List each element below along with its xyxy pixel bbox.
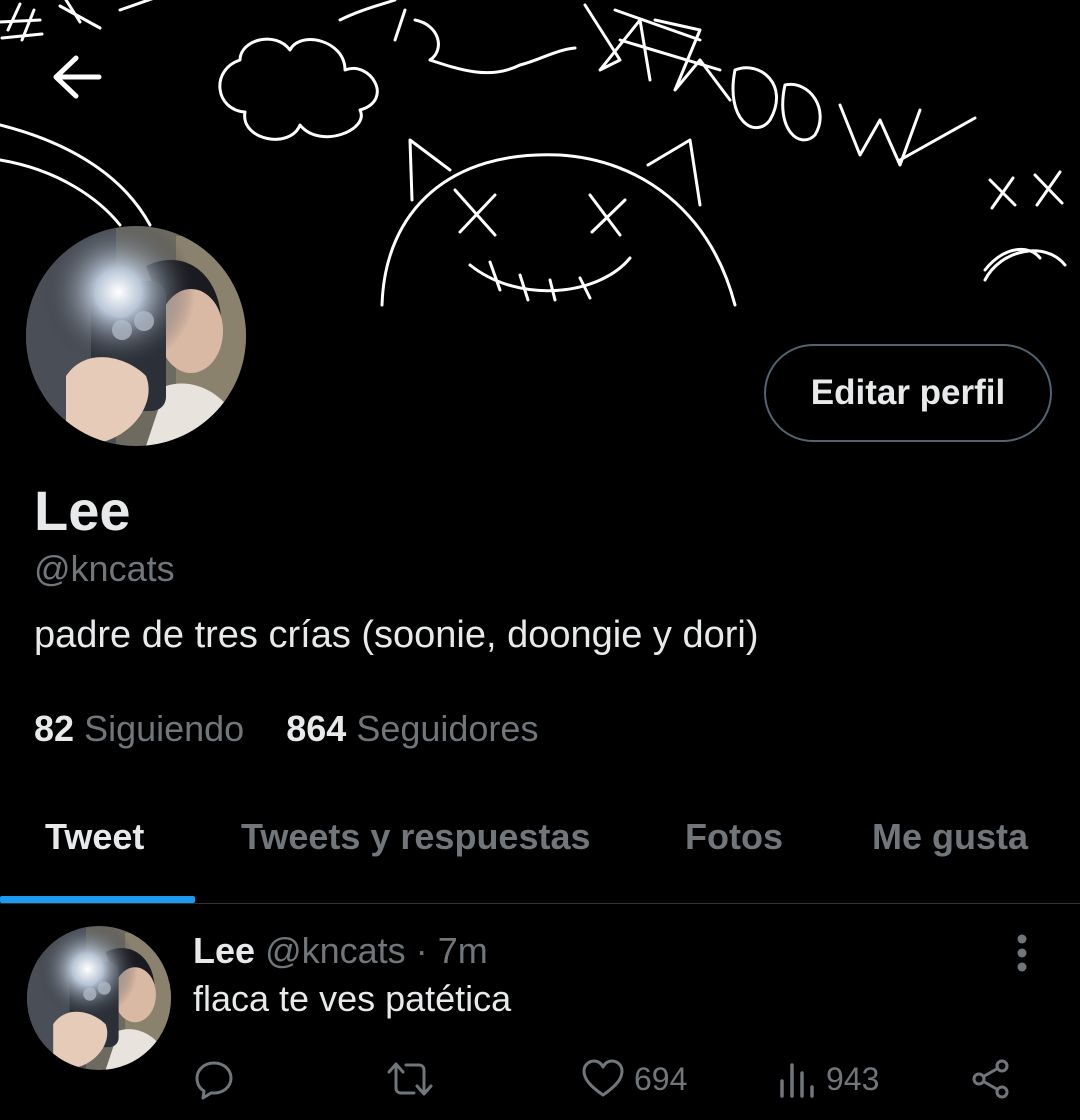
tab-tweet[interactable]: Tweet [45,816,144,858]
like-count: 694 [634,1060,688,1097]
tweet-author-handle[interactable]: @kncats [265,930,406,971]
views-icon [780,1063,814,1098]
tweet-author-name[interactable]: Lee [193,930,255,971]
followers-label: Seguidores [356,708,539,749]
more-vertical-icon [1017,934,1027,972]
tweet-timestamp[interactable]: 7m [438,930,488,971]
tweet-avatar-photo [27,926,171,1070]
following-count: 82 [34,708,75,749]
retweet-icon [387,1062,433,1096]
share-button[interactable] [970,1054,1012,1104]
tab-likes[interactable]: Me gusta [872,816,1028,858]
followers-link[interactable]: 864 Seguidores [286,708,538,749]
following-link[interactable]: 82 Siguiendo [34,708,244,749]
profile-stats: 82 Siguiendo 864 Seguidores [34,708,570,750]
retweet-button[interactable] [387,1054,433,1104]
back-button[interactable] [46,46,108,108]
reply-icon [195,1061,233,1100]
active-tab-indicator [0,896,195,903]
views-button[interactable]: 943 [778,1054,879,1104]
tweet-avatar[interactable] [27,926,171,1070]
view-count: 943 [826,1060,880,1097]
avatar-photo [26,226,246,446]
profile-handle: @kncats [34,548,175,589]
tweet-more-button[interactable] [1002,928,1042,978]
tweet-separator: · [415,930,428,971]
share-icon [972,1059,1009,1099]
edit-profile-button[interactable]: Editar perfil [764,344,1052,442]
tweet-actions: 694 943 [0,1054,1080,1104]
followers-count: 864 [286,708,347,749]
tweet-header: Lee @kncats · 7m [193,930,488,972]
profile-bio: padre de tres crías (soonie, doongie y d… [34,614,759,656]
tweet-text: flaca te ves patética [193,978,512,1019]
profile-tabs: Tweet Tweets y respuestas Fotos Me gusta [0,808,1080,904]
like-button[interactable]: 694 [582,1054,687,1104]
heart-icon [582,1059,624,1097]
tweet-item[interactable]: Lee @kncats · 7m flaca te ves patética 6… [0,904,1080,1120]
tab-tweets-and-replies[interactable]: Tweets y respuestas [241,816,591,858]
tab-photos[interactable]: Fotos [685,816,783,858]
reply-button[interactable] [193,1054,235,1104]
profile-avatar[interactable] [26,226,246,446]
arrow-left-icon [53,55,102,99]
profile-display-name: Lee [34,479,131,542]
following-label: Siguiendo [84,708,245,749]
